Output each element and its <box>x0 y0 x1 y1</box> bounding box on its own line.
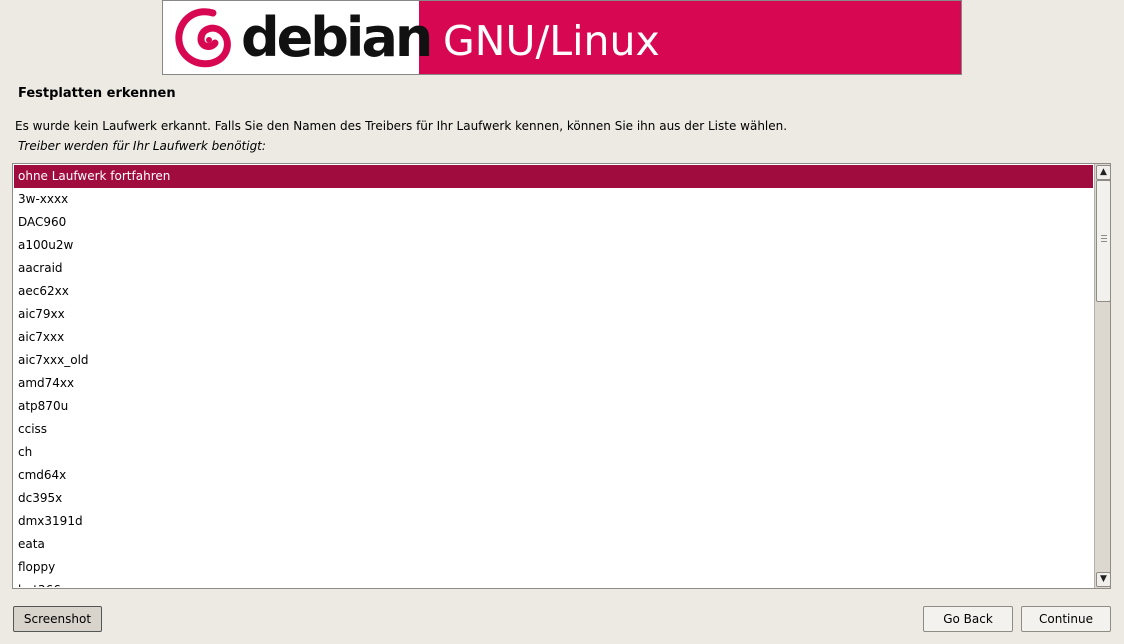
scroll-thumb[interactable] <box>1096 180 1110 302</box>
driver-list[interactable]: ohne Laufwerk fortfahren 3w-xxxx DAC960 a10… <box>12 163 1111 589</box>
grip-line <box>1101 238 1107 239</box>
driver-list-item[interactable]: aic79xx <box>14 303 1093 326</box>
driver-list-item[interactable]: aacraid <box>14 257 1093 280</box>
grip-line <box>1101 241 1107 242</box>
vertical-scrollbar[interactable]: ▲ ▼ <box>1094 164 1110 588</box>
debian-logo: debian <box>163 1 433 74</box>
debian-wordmark: debian <box>241 6 433 69</box>
driver-prompt: Treiber werden für Ihr Laufwerk benötigt… <box>18 139 266 153</box>
continue-button[interactable]: Continue <box>1021 606 1111 632</box>
driver-list-items[interactable]: ohne Laufwerk fortfahren 3w-xxxx DAC960 a10… <box>14 165 1093 587</box>
driver-list-item[interactable]: atp870u <box>14 395 1093 418</box>
page-description: Es wurde kein Laufwerk erkannt. Falls Si… <box>15 119 788 133</box>
scroll-down-icon[interactable]: ▼ <box>1096 572 1110 587</box>
driver-list-item[interactable]: ch <box>14 441 1093 464</box>
driver-list-item[interactable]: hpt366 <box>14 579 1093 587</box>
go-back-button[interactable]: Go Back <box>923 606 1013 632</box>
grip-line <box>1101 235 1107 236</box>
screenshot-button[interactable]: Screenshot <box>13 606 102 632</box>
driver-list-item[interactable]: ohne Laufwerk fortfahren <box>14 165 1093 188</box>
driver-list-item[interactable]: cciss <box>14 418 1093 441</box>
driver-list-item[interactable]: aic7xxx_old <box>14 349 1093 372</box>
driver-list-item[interactable]: amd74xx <box>14 372 1093 395</box>
driver-list-item[interactable]: 3w-xxxx <box>14 188 1093 211</box>
page-title: Festplatten erkennen <box>18 86 176 101</box>
driver-list-item[interactable]: aec62xx <box>14 280 1093 303</box>
driver-list-item[interactable]: cmd64x <box>14 464 1093 487</box>
scroll-up-icon[interactable]: ▲ <box>1096 165 1110 180</box>
driver-list-item[interactable]: dmx3191d <box>14 510 1093 533</box>
driver-list-item[interactable]: DAC960 <box>14 211 1093 234</box>
gnu-linux-label: GNU/Linux <box>443 17 660 65</box>
driver-list-item[interactable]: a100u2w <box>14 234 1093 257</box>
debian-banner: debian GNU/Linux <box>162 0 962 75</box>
driver-list-item[interactable]: floppy <box>14 556 1093 579</box>
driver-list-item[interactable]: dc395x <box>14 487 1093 510</box>
debian-swirl-icon <box>175 8 231 68</box>
driver-list-item[interactable]: aic7xxx <box>14 326 1093 349</box>
driver-list-item[interactable]: eata <box>14 533 1093 556</box>
